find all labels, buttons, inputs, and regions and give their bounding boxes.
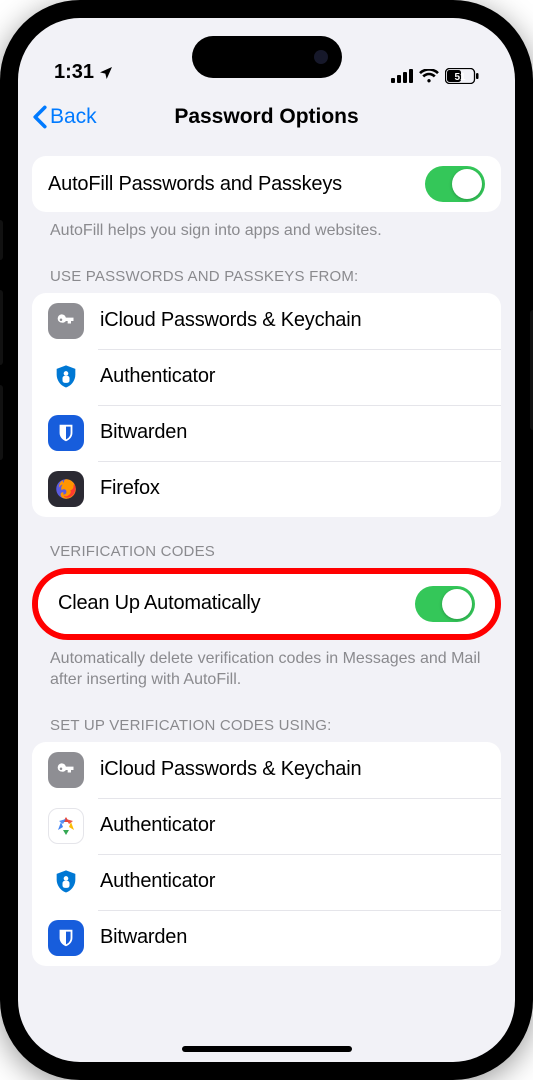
screen: 1:31 51 [18,18,515,1062]
svg-text:51: 51 [454,72,466,83]
highlight-annotation: Clean Up Automatically [32,568,501,640]
authenticator-icon [48,864,84,900]
autofill-label: AutoFill Passwords and Passkeys [48,173,409,196]
volume-up-button [0,290,3,365]
status-time: 1:31 [54,61,94,84]
firefox-icon [48,471,84,507]
provider-label: Firefox [100,477,485,500]
code-label: Authenticator [100,814,485,837]
location-icon [98,65,114,81]
verification-header: VERIFICATION CODES [32,517,501,568]
providers-header: USE PASSWORDS AND PASSKEYS FROM: [32,242,501,293]
code-label: iCloud Passwords & Keychain [100,758,485,781]
code-label: Authenticator [100,870,485,893]
battery-icon: 51 [445,68,479,84]
authenticator-icon [48,359,84,395]
cleanup-label: Clean Up Automatically [58,592,399,615]
bitwarden-icon [48,920,84,956]
bitwarden-icon [48,415,84,451]
google-authenticator-icon [48,808,84,844]
autofill-footer: AutoFill helps you sign into apps and we… [32,212,501,242]
keychain-icon [48,752,84,788]
code-row-keychain[interactable]: iCloud Passwords & Keychain [32,742,501,798]
provider-label: iCloud Passwords & Keychain [100,309,485,332]
autofill-row[interactable]: AutoFill Passwords and Passkeys [32,156,501,212]
provider-row-bitwarden[interactable]: Bitwarden [32,405,501,461]
code-setup-header: SET UP VERIFICATION CODES USING: [32,691,501,742]
provider-label: Authenticator [100,365,485,388]
back-button[interactable]: Back [32,105,97,129]
chevron-left-icon [32,105,48,129]
wifi-icon [419,69,439,83]
provider-row-firefox[interactable]: Firefox [32,461,501,517]
page-title: Password Options [174,105,358,129]
silence-switch [0,220,3,260]
code-row-ms-auth[interactable]: Authenticator [32,854,501,910]
code-label: Bitwarden [100,926,485,949]
home-indicator[interactable] [182,1046,352,1052]
volume-down-button [0,385,3,460]
code-setup-group: iCloud Passwords & Keychain Authenticato… [32,742,501,966]
settings-content[interactable]: AutoFill Passwords and Passkeys AutoFill… [18,146,515,1062]
cleanup-row[interactable]: Clean Up Automatically [38,574,495,634]
verification-footer: Automatically delete verification codes … [32,640,501,691]
autofill-group: AutoFill Passwords and Passkeys [32,156,501,212]
nav-bar: Back Password Options [18,88,515,146]
provider-row-authenticator[interactable]: Authenticator [32,349,501,405]
code-row-bitwarden[interactable]: Bitwarden [32,910,501,966]
code-row-google-auth[interactable]: Authenticator [32,798,501,854]
cellular-icon [391,69,413,83]
cleanup-group: Clean Up Automatically [38,574,495,634]
cleanup-toggle[interactable] [415,586,475,622]
back-label: Back [50,105,97,129]
providers-group: iCloud Passwords & Keychain Authenticato… [32,293,501,517]
keychain-icon [48,303,84,339]
autofill-toggle[interactable] [425,166,485,202]
dynamic-island [192,36,342,78]
phone-frame: 1:31 51 [0,0,533,1080]
provider-row-keychain[interactable]: iCloud Passwords & Keychain [32,293,501,349]
provider-label: Bitwarden [100,421,485,444]
